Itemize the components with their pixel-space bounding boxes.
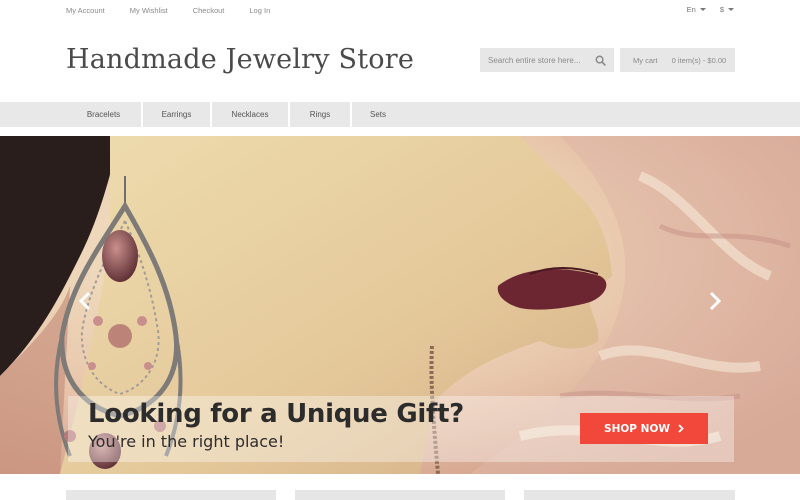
chevron-right-icon xyxy=(709,291,722,311)
cart-label: My cart xyxy=(633,55,658,65)
store-switchers: En $ xyxy=(687,5,734,14)
account-links: My Account My Wishlist Checkout Log In xyxy=(66,6,295,15)
store-logo[interactable]: Handmade Jewelry Store xyxy=(66,44,414,75)
slider-next-button[interactable] xyxy=(700,286,730,316)
hero-slider: Looking for a Unique Gift? You're in the… xyxy=(0,136,800,474)
hero-title: Looking for a Unique Gift? xyxy=(88,399,464,429)
nav-item-necklaces[interactable]: Necklaces xyxy=(212,102,290,127)
currency-switcher[interactable]: $ xyxy=(720,5,734,14)
checkout-link[interactable]: Checkout xyxy=(193,6,225,15)
nav-item-bracelets[interactable]: Bracelets xyxy=(66,102,143,127)
nav-item-earrings[interactable]: Earrings xyxy=(143,102,212,127)
page: My Account My Wishlist Checkout Log In E… xyxy=(0,0,800,500)
nav-item-rings[interactable]: Rings xyxy=(290,102,352,127)
promo-card[interactable] xyxy=(524,490,735,500)
language-value: En xyxy=(686,5,696,14)
slider-prev-button[interactable] xyxy=(70,286,100,316)
language-switcher[interactable]: En xyxy=(687,5,706,14)
promo-card[interactable] xyxy=(295,490,505,500)
my-wishlist-link[interactable]: My Wishlist xyxy=(130,6,168,15)
shop-now-button[interactable]: SHOP NOW xyxy=(580,413,708,444)
category-nav: Bracelets Earrings Necklaces Rings Sets xyxy=(0,102,800,127)
top-links-bar: My Account My Wishlist Checkout Log In E… xyxy=(0,0,800,22)
search-box xyxy=(480,48,614,72)
search-button[interactable] xyxy=(588,48,612,72)
chevron-down-icon xyxy=(728,8,734,11)
my-account-link[interactable]: My Account xyxy=(66,6,105,15)
hero-caption: Looking for a Unique Gift? You're in the… xyxy=(68,396,734,462)
chevron-right-icon xyxy=(678,424,684,433)
cart-summary: 0 item(s) - $0.00 xyxy=(671,55,727,65)
cart-button[interactable]: My cart 0 item(s) - $0.00 xyxy=(620,48,735,72)
currency-value: $ xyxy=(719,5,724,14)
chevron-down-icon xyxy=(699,8,706,11)
promo-cards xyxy=(0,490,800,500)
shop-now-label: SHOP NOW xyxy=(604,422,670,435)
promo-card[interactable] xyxy=(66,490,276,500)
search-icon xyxy=(595,55,606,66)
nav-item-sets[interactable]: Sets xyxy=(352,102,404,127)
chevron-left-icon xyxy=(78,291,91,311)
log-in-link[interactable]: Log In xyxy=(249,6,270,15)
hero-subtitle: You're in the right place! xyxy=(88,432,285,451)
search-input[interactable] xyxy=(480,55,588,65)
